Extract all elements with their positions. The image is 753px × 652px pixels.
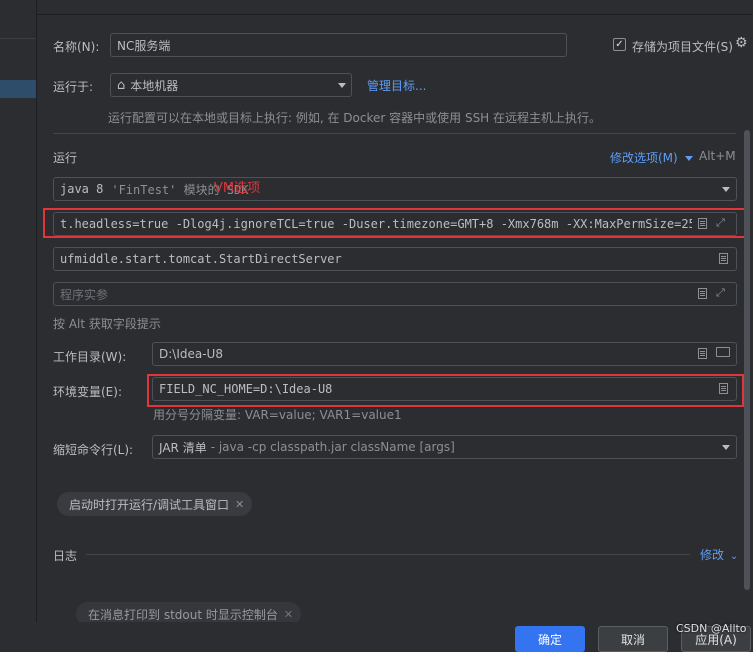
cancel-button[interactable]: 取消 (598, 626, 668, 652)
open-tool-window-label: 启动时打开运行/调试工具窗口 (69, 497, 230, 512)
main-class-input[interactable]: ufmiddle.start.tomcat.StartDirectServer (53, 247, 737, 271)
chevron-down-icon (684, 156, 693, 161)
vm-options-annotation: VM选项 (214, 181, 261, 196)
log-section-title: 日志 (53, 549, 78, 563)
working-dir-value: D:\Idea-U8 (159, 347, 223, 361)
main-class-value: ufmiddle.start.tomcat.StartDirectServer (60, 252, 342, 266)
log-divider (86, 554, 690, 555)
modify-options-shortcut: Alt+M (699, 149, 736, 163)
vertical-scrollbar[interactable] (744, 130, 750, 590)
expand-icon[interactable]: ⤢ (716, 286, 725, 300)
name-input-value: NC服务端 (117, 38, 171, 53)
open-tool-window-chip[interactable]: 启动时打开运行/调试工具窗口 ✕ (57, 492, 253, 516)
close-icon[interactable]: ✕ (284, 608, 293, 621)
document-icon[interactable] (719, 253, 728, 264)
modify-options-label: 修改选项(M) (610, 151, 678, 165)
document-icon[interactable] (698, 348, 707, 359)
show-console-label: 在消息打印到 stdout 时显示控制台 (88, 607, 278, 622)
chevron-down-icon (722, 445, 730, 450)
header-divider (37, 14, 753, 15)
shorten-cmd-value: JAR 清单 (159, 440, 207, 455)
env-vars-hint: 用分号分隔变量: VAR=value; VAR1=value1 (153, 408, 402, 422)
home-icon: ⌂ (117, 77, 126, 93)
run-on-hint: 运行配置可以在本地或目标上执行: 例如, 在 Docker 容器中或使用 SSH… (108, 111, 602, 125)
chevron-down-icon (722, 187, 730, 192)
jdk-value: java 8 (60, 182, 104, 196)
chevron-down-icon (338, 83, 346, 88)
working-dir-input[interactable]: D:\Idea-U8 (152, 342, 737, 366)
run-on-select[interactable]: ⌂ 本地机器 (110, 73, 352, 97)
close-icon[interactable]: ✕ (235, 498, 244, 511)
alt-hint: 按 Alt 获取字段提示 (53, 317, 161, 331)
program-args-input[interactable]: 程序实参 (53, 282, 737, 306)
run-section-title: 运行 (53, 151, 78, 165)
store-as-file-checkbox[interactable]: ✓ (613, 38, 626, 51)
log-modify-link[interactable]: 修改 ⌄ (700, 546, 738, 563)
shorten-cmd-label: 缩短命令行(L): (53, 443, 134, 457)
chevron-down-icon: ⌄ (729, 551, 739, 562)
section-divider (53, 133, 736, 134)
working-dir-label: 工作目录(W): (53, 350, 127, 364)
vm-options-highlight-box (43, 208, 750, 238)
store-as-file-label: 存储为项目文件(S) (632, 40, 733, 54)
document-icon[interactable] (698, 288, 707, 299)
name-label: 名称(N): (53, 40, 100, 54)
modify-options-link[interactable]: 修改选项(M) (610, 149, 693, 166)
shorten-cmd-desc: - java -cp classpath.jar className [args… (210, 440, 455, 454)
shorten-cmd-select[interactable]: JAR 清单 - java -cp classpath.jar classNam… (152, 435, 737, 459)
ok-button[interactable]: 确定 (515, 626, 585, 652)
manage-targets-link[interactable]: 管理目标... (367, 77, 426, 94)
gear-icon[interactable]: ⚙ (735, 35, 748, 51)
name-input[interactable]: NC服务端 (110, 33, 567, 57)
folder-icon[interactable] (716, 347, 730, 357)
run-on-label: 运行于: (53, 80, 94, 94)
config-list-pane (0, 0, 37, 644)
watermark: CSDN @Allto (676, 622, 747, 635)
list-divider (0, 38, 36, 39)
log-modify-label: 修改 (700, 548, 725, 562)
run-on-value: 本地机器 (130, 78, 179, 93)
selected-config-item[interactable] (0, 80, 36, 98)
jdk-select[interactable]: java 8 'FinTest' 模块的 SDK (53, 177, 737, 201)
env-vars-highlight-box (147, 374, 744, 407)
env-vars-label: 环境变量(E): (53, 385, 122, 399)
program-args-placeholder: 程序实参 (60, 287, 109, 302)
